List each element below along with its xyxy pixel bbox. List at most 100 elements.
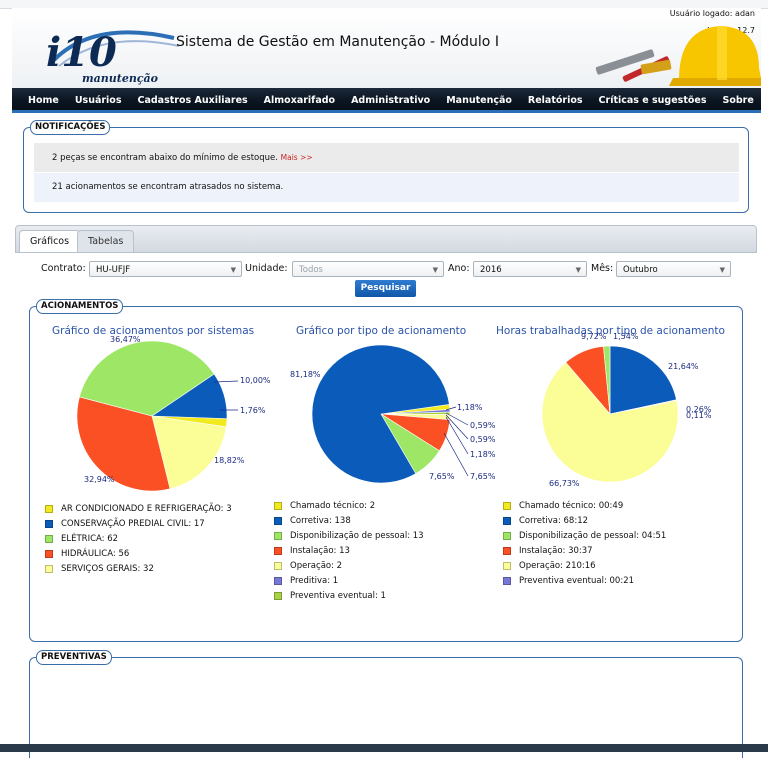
- preventivas-panel: PREVENTIVAS: [29, 650, 743, 758]
- chart3-pct-operacao: 66,73%: [549, 479, 580, 488]
- swatch-icon: [274, 591, 282, 600]
- tab-graficos[interactable]: Gráficos: [19, 230, 81, 252]
- chart1-pct-servicos: 18,82%: [214, 456, 245, 465]
- chart2-legend: Chamado técnico: 2 Corretiva: 138 Dispon…: [274, 499, 424, 604]
- legend-item: Preditiva: 1: [274, 574, 424, 589]
- legend-label: Instalação: 30:37: [519, 546, 593, 556]
- swatch-icon: [274, 576, 282, 585]
- legend-item: CONSERVAÇÃO PREDIAL CIVIL: 17: [45, 517, 232, 532]
- legend-item: Disponibilização de pessoal: 04:51: [503, 529, 666, 544]
- chart2-label-leaders: [443, 406, 469, 477]
- contrato-select[interactable]: HU-UFJF ▼: [89, 261, 242, 277]
- chart1-legend: AR CONDICIONADO E REFRIGERAÇÃO: 3 CONSER…: [45, 502, 232, 577]
- menu-almoxarifado[interactable]: Almoxarifado: [264, 90, 335, 112]
- mes-label: Mês:: [591, 263, 614, 274]
- ano-select[interactable]: 2016 ▼: [473, 261, 587, 277]
- swatch-icon: [274, 501, 282, 510]
- menu-relatorios[interactable]: Relatórios: [528, 90, 583, 112]
- page-header: i10 manutenção Sistema de Gestão em Manu…: [12, 8, 761, 89]
- unidade-label: Unidade:: [245, 263, 288, 274]
- legend-label: Operação: 2: [290, 561, 343, 571]
- chart2-pct-preditiva: 0,59%: [470, 421, 496, 430]
- unidade-select[interactable]: Todos ▼: [292, 261, 444, 277]
- helmet-tools-illustration: [595, 26, 761, 86]
- chart1-title: Gráfico de acionamentos por sistemas: [52, 325, 255, 337]
- swatch-icon: [274, 516, 282, 525]
- notification-stock: 2 peças se encontram abaixo do mínimo de…: [34, 143, 739, 172]
- contrato-label: Contrato:: [41, 263, 86, 274]
- ano-label: Ano:: [448, 263, 470, 274]
- legend-item: Corretiva: 68:12: [503, 514, 666, 529]
- legend-item: Chamado técnico: 00:49: [503, 499, 666, 514]
- legend-label: Preditiva: 1: [290, 576, 339, 586]
- notification-late-text: 21 acionamentos se encontram atrasados n…: [52, 182, 284, 192]
- legend-item: Preventiva eventual: 1: [274, 589, 424, 604]
- legend-item: Preventiva eventual: 00:21: [503, 574, 666, 589]
- chevron-down-icon: ▼: [719, 266, 725, 274]
- legend-item: ELÉTRICA: 62: [45, 532, 232, 547]
- swatch-icon: [503, 546, 511, 555]
- logged-user: Usuário logado: adan: [669, 9, 755, 18]
- chart2-title: Gráfico por tipo de acionamento: [296, 325, 467, 337]
- page-title: Sistema de Gestão em Manutenção - Módulo…: [176, 34, 499, 50]
- tab-tabelas[interactable]: Tabelas: [77, 230, 135, 252]
- legend-label: Disponibilização de pessoal: 04:51: [519, 531, 667, 541]
- swatch-icon: [45, 504, 53, 513]
- logo-text: i10: [46, 29, 117, 76]
- menu-sobre[interactable]: Sobre: [723, 90, 754, 112]
- swatch-icon: [45, 549, 53, 558]
- chevron-down-icon: ▼: [432, 266, 438, 274]
- logo-subtext: manutenção: [82, 72, 158, 85]
- swatch-icon: [45, 564, 53, 573]
- menu-manutencao[interactable]: Manutenção: [446, 90, 512, 112]
- mes-value: Outubro: [623, 265, 658, 275]
- legend-item: Corretiva: 138: [274, 514, 424, 529]
- chart3-pct-disponibilizacao: 1,54%: [613, 332, 639, 341]
- legend-label: Disponibilização de pessoal: 13: [290, 531, 424, 541]
- menu-usuarios[interactable]: Usuários: [75, 90, 122, 112]
- notification-stock-text: 2 peças se encontram abaixo do mínimo de…: [52, 153, 278, 163]
- search-button[interactable]: Pesquisar: [355, 280, 416, 297]
- chart1-pct-hidraulica: 32,94%: [84, 475, 115, 484]
- notification-late: 21 acionamentos se encontram atrasados n…: [34, 173, 739, 202]
- chart2-pct-preventiva: 0,59%: [470, 435, 496, 444]
- main-menu: Home Usuários Cadastros Auxiliares Almoxari…: [12, 88, 761, 130]
- notifications-panel: NOTIFICAÇÕES 2 peças se encontram abaixo…: [23, 120, 749, 213]
- chart2-pct-operacao: 1,18%: [470, 450, 496, 459]
- swatch-icon: [503, 531, 511, 540]
- legend-item: Disponibilização de pessoal: 13: [274, 529, 424, 544]
- legend-label: Corretiva: 68:12: [519, 516, 589, 526]
- chart3-pct-preventiva: 0,11%: [686, 411, 712, 420]
- legend-item: AR CONDICIONADO E REFRIGERAÇÃO: 3: [45, 502, 232, 517]
- chart3-legend: Chamado técnico: 00:49 Corretiva: 68:12 …: [503, 499, 666, 589]
- menu-criticas-sugestoes[interactable]: Críticas e sugestões: [599, 90, 707, 112]
- chevron-down-icon: ▼: [575, 266, 581, 274]
- chevron-down-icon: ▼: [230, 266, 236, 274]
- chart2-pct-corretiva: 81,18%: [290, 370, 321, 379]
- menu-cadastros-auxiliares[interactable]: Cadastros Auxiliares: [138, 90, 248, 112]
- notification-more-link[interactable]: Mais >>: [281, 153, 313, 162]
- swatch-icon: [274, 561, 282, 570]
- swatch-icon: [274, 546, 282, 555]
- mes-select[interactable]: Outubro ▼: [616, 261, 731, 277]
- menu-administrativo[interactable]: Administrativo: [351, 90, 430, 112]
- legend-label: Instalação: 13: [290, 546, 350, 556]
- swatch-icon: [274, 531, 282, 540]
- chart2-pie: [311, 344, 451, 484]
- legend-label: AR CONDICIONADO E REFRIGERAÇÃO: 3: [61, 504, 232, 514]
- menu-home[interactable]: Home: [28, 90, 59, 112]
- legend-label: Chamado técnico: 00:49: [519, 501, 624, 511]
- chart3-title: Horas trabalhadas por tipo de acionament…: [496, 325, 725, 337]
- contrato-value: HU-UFJF: [96, 265, 131, 275]
- chart2-pct-instalacao: 7,65%: [470, 472, 496, 481]
- chart3-pct-corretiva: 21,64%: [668, 362, 699, 371]
- legend-item: HIDRÁULICA: 56: [45, 547, 232, 562]
- legend-item: Chamado técnico: 2: [274, 499, 424, 514]
- legend-label: Preventiva eventual: 00:21: [519, 576, 635, 586]
- ano-value: 2016: [480, 265, 502, 275]
- legend-item: Operação: 210:16: [503, 559, 666, 574]
- legend-item: Instalação: 30:37: [503, 544, 666, 559]
- unidade-value: Todos: [299, 265, 323, 275]
- legend-label: SERVIÇOS GERAIS: 32: [61, 564, 154, 574]
- chart3-pie: [541, 345, 679, 483]
